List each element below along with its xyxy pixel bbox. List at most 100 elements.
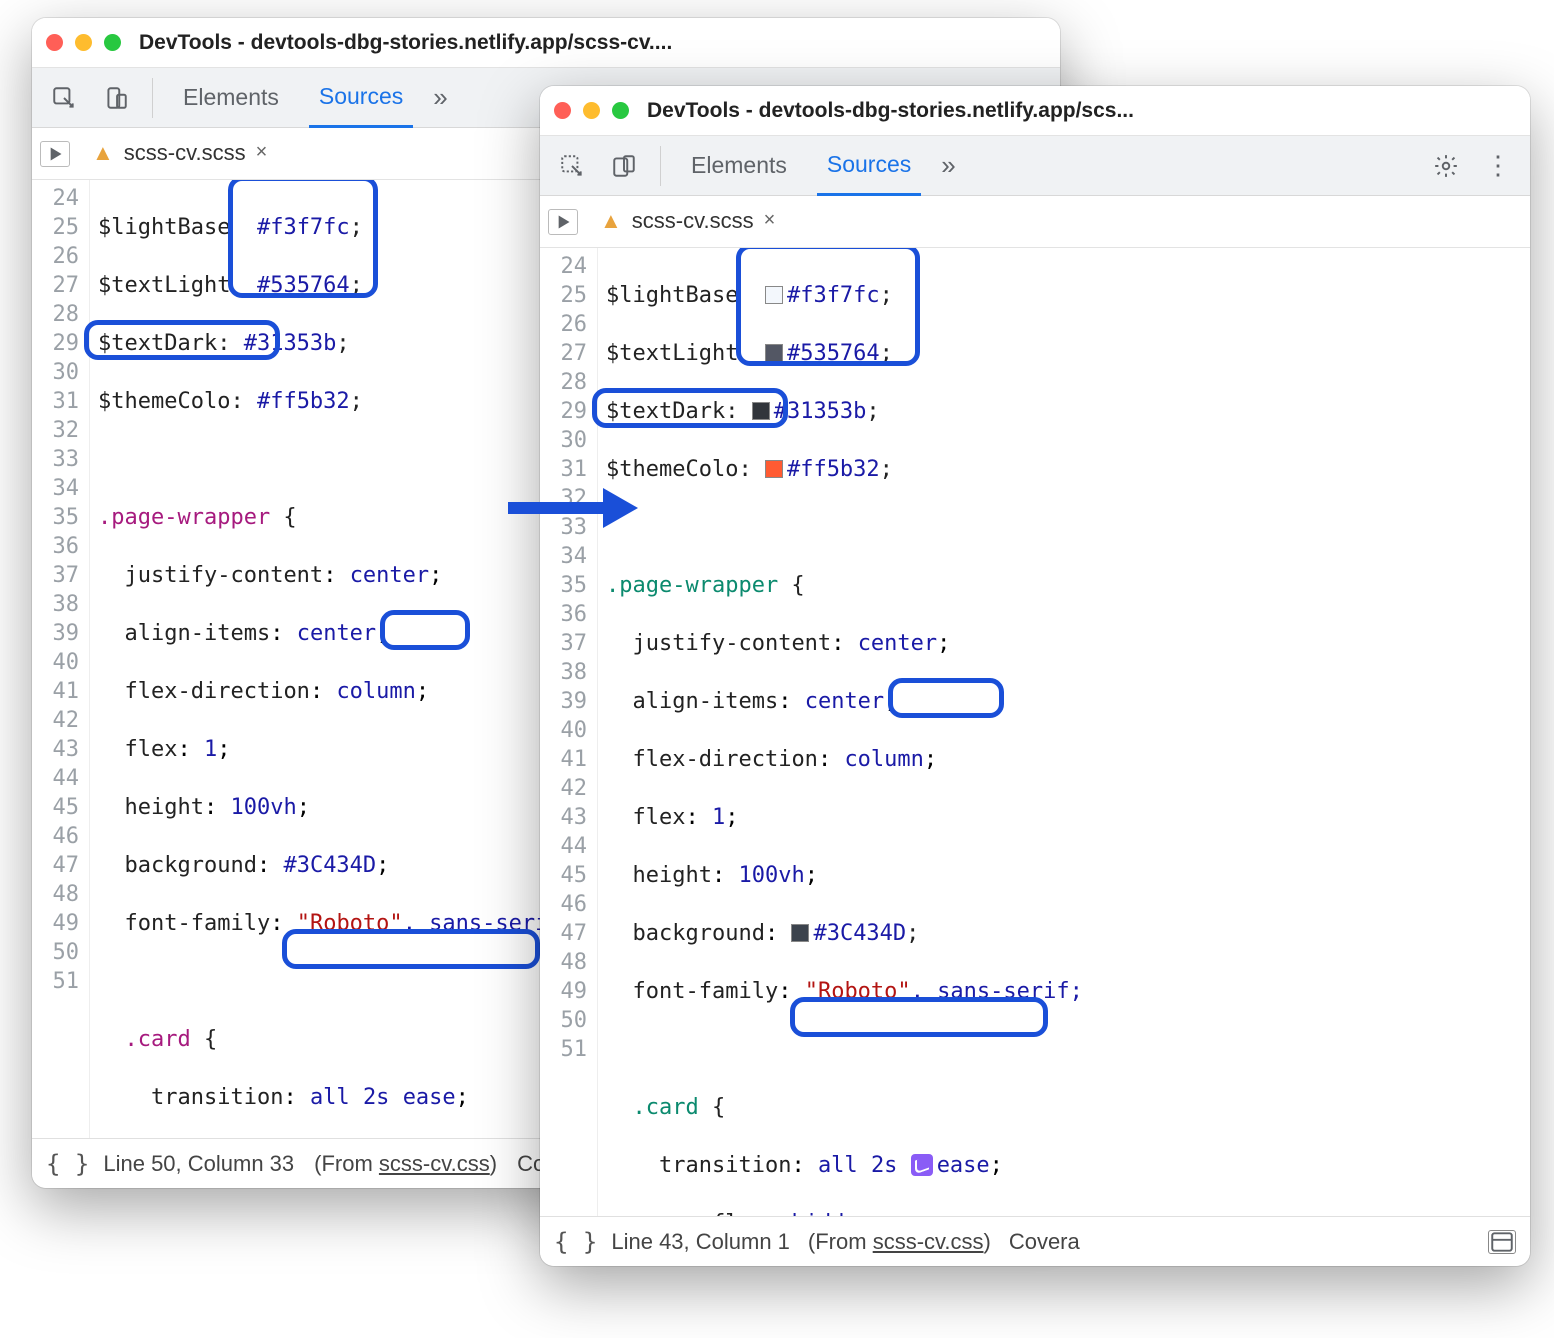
tab-elements[interactable]: Elements	[681, 136, 797, 196]
close-tab-icon[interactable]: ×	[256, 141, 268, 164]
code-text: font-family	[633, 979, 779, 1004]
code-text: "Roboto"	[297, 911, 403, 936]
code-text: #ff5b32	[787, 457, 880, 482]
code-text: column	[844, 747, 923, 772]
minimize-icon[interactable]	[75, 34, 92, 51]
code-text: #535764	[787, 341, 880, 366]
code-text: ease	[937, 1153, 990, 1178]
code-text: #31353b	[244, 331, 337, 356]
line-gutter: 2425262728293031323334353637383940414243…	[540, 248, 598, 1216]
code-text: "Roboto"	[805, 979, 911, 1004]
code-text: #535764	[257, 273, 350, 298]
code-text: $themeColo	[606, 457, 738, 482]
code-editor[interactable]: 2425262728293031323334353637383940414243…	[540, 248, 1530, 1216]
color-swatch-icon[interactable]	[791, 924, 809, 942]
kebab-icon[interactable]: ⋮	[1482, 150, 1514, 182]
color-swatch-icon[interactable]	[765, 286, 783, 304]
code-text: #3C434D	[283, 853, 376, 878]
code-text: height	[633, 863, 712, 888]
color-swatch-icon[interactable]	[765, 344, 783, 362]
minimize-icon[interactable]	[583, 102, 600, 119]
settings-icon[interactable]	[1430, 150, 1462, 182]
code-text: 1	[204, 737, 217, 762]
code-text: flex-direction	[125, 679, 310, 704]
code-text: $lightBase	[98, 215, 230, 240]
inspect-icon[interactable]	[48, 82, 80, 114]
status-text: )	[984, 1229, 991, 1254]
bezier-editor-icon[interactable]	[911, 1154, 933, 1176]
navigator-toggle-icon[interactable]	[40, 141, 70, 167]
code-text: all	[310, 1085, 350, 1110]
source-link[interactable]: scss-cv.css	[379, 1151, 490, 1176]
file-tab-label: scss-cv.scss	[632, 208, 754, 234]
code-text: #f3f7fc	[787, 283, 880, 308]
code-text: align-items	[125, 621, 271, 646]
file-tab-label: scss-cv.scss	[124, 140, 246, 166]
file-tab-scss[interactable]: ▲ scss-cv.scss ×	[84, 128, 275, 179]
cursor-position: Line 50, Column 33	[103, 1151, 294, 1177]
color-swatch-icon[interactable]	[765, 460, 783, 478]
code-text: overflow	[659, 1211, 765, 1216]
cursor-position: Line 43, Column 1	[611, 1229, 790, 1255]
code-text: #31353b	[774, 399, 867, 424]
code-text: 1	[712, 805, 725, 830]
devtools-window-after: DevTools - devtools-dbg-stories.netlify.…	[540, 86, 1530, 1266]
line-gutter: 2425262728293031323334353637383940414243…	[32, 180, 90, 1138]
file-tab-scss[interactable]: ▲ scss-cv.scss ×	[592, 196, 783, 247]
code-text: height	[125, 795, 204, 820]
code-text: , sans-seri	[403, 911, 549, 936]
code-text: $textLight	[98, 273, 230, 298]
code-text: all	[818, 1153, 858, 1178]
code-text: #3C434D	[813, 921, 906, 946]
tab-sources[interactable]: Sources	[309, 68, 413, 128]
close-icon[interactable]	[554, 102, 571, 119]
format-icon[interactable]: { }	[46, 1150, 89, 1178]
more-tabs-icon[interactable]: »	[941, 150, 955, 181]
code-text: justify-content	[125, 563, 324, 588]
code-text: transition	[151, 1085, 283, 1110]
code-text: column	[336, 679, 415, 704]
warning-icon: ▲	[600, 208, 622, 234]
tab-elements[interactable]: Elements	[173, 68, 289, 128]
code-text: 100vh	[230, 795, 296, 820]
more-tabs-icon[interactable]: »	[433, 82, 447, 113]
code-text: #f3f7fc	[257, 215, 350, 240]
code-text: #ff5b32	[257, 389, 350, 414]
titlebar[interactable]: DevTools - devtools-dbg-stories.netlify.…	[32, 18, 1060, 68]
code-text: $themeColo	[98, 389, 230, 414]
device-icon[interactable]	[100, 82, 132, 114]
source-link[interactable]: scss-cv.css	[873, 1229, 984, 1254]
coverage-label[interactable]: Covera	[1009, 1229, 1080, 1255]
console-drawer-icon[interactable]	[1488, 1230, 1516, 1254]
navigator-toggle-icon[interactable]	[548, 209, 578, 235]
code-text: 2s	[871, 1153, 898, 1178]
warning-icon: ▲	[92, 140, 114, 166]
device-icon[interactable]	[608, 150, 640, 182]
titlebar[interactable]: DevTools - devtools-dbg-stories.netlify.…	[540, 86, 1530, 136]
code-text: $textDark:	[606, 399, 738, 424]
code-text: flex-direction	[633, 747, 818, 772]
code-area[interactable]: $lightBase #f3f7fc; $textLight #535764; …	[598, 248, 1530, 1216]
status-text: )	[490, 1151, 497, 1176]
tab-sources[interactable]: Sources	[817, 136, 921, 196]
format-icon[interactable]: { }	[554, 1228, 597, 1256]
code-text: {	[778, 573, 805, 598]
code-text: .card	[633, 1095, 699, 1120]
zoom-icon[interactable]	[612, 102, 629, 119]
code-text: ease	[403, 1085, 456, 1110]
code-text: justify-content	[633, 631, 832, 656]
color-swatch-icon[interactable]	[752, 402, 770, 420]
inspect-icon[interactable]	[556, 150, 588, 182]
code-text: center	[858, 631, 937, 656]
zoom-icon[interactable]	[104, 34, 121, 51]
code-text: .card	[125, 1027, 191, 1052]
code-text: , sans-serif;	[911, 979, 1083, 1004]
close-tab-icon[interactable]: ×	[764, 209, 776, 232]
status-bar: { } Line 43, Column 1 (From scss-cv.css)…	[540, 1216, 1530, 1266]
code-text: align-items	[633, 689, 779, 714]
code-text: hidden	[791, 1211, 870, 1216]
window-title: DevTools - devtools-dbg-stories.netlify.…	[647, 99, 1134, 123]
close-icon[interactable]	[46, 34, 63, 51]
code-text: center	[297, 621, 376, 646]
code-text: {	[191, 1027, 218, 1052]
